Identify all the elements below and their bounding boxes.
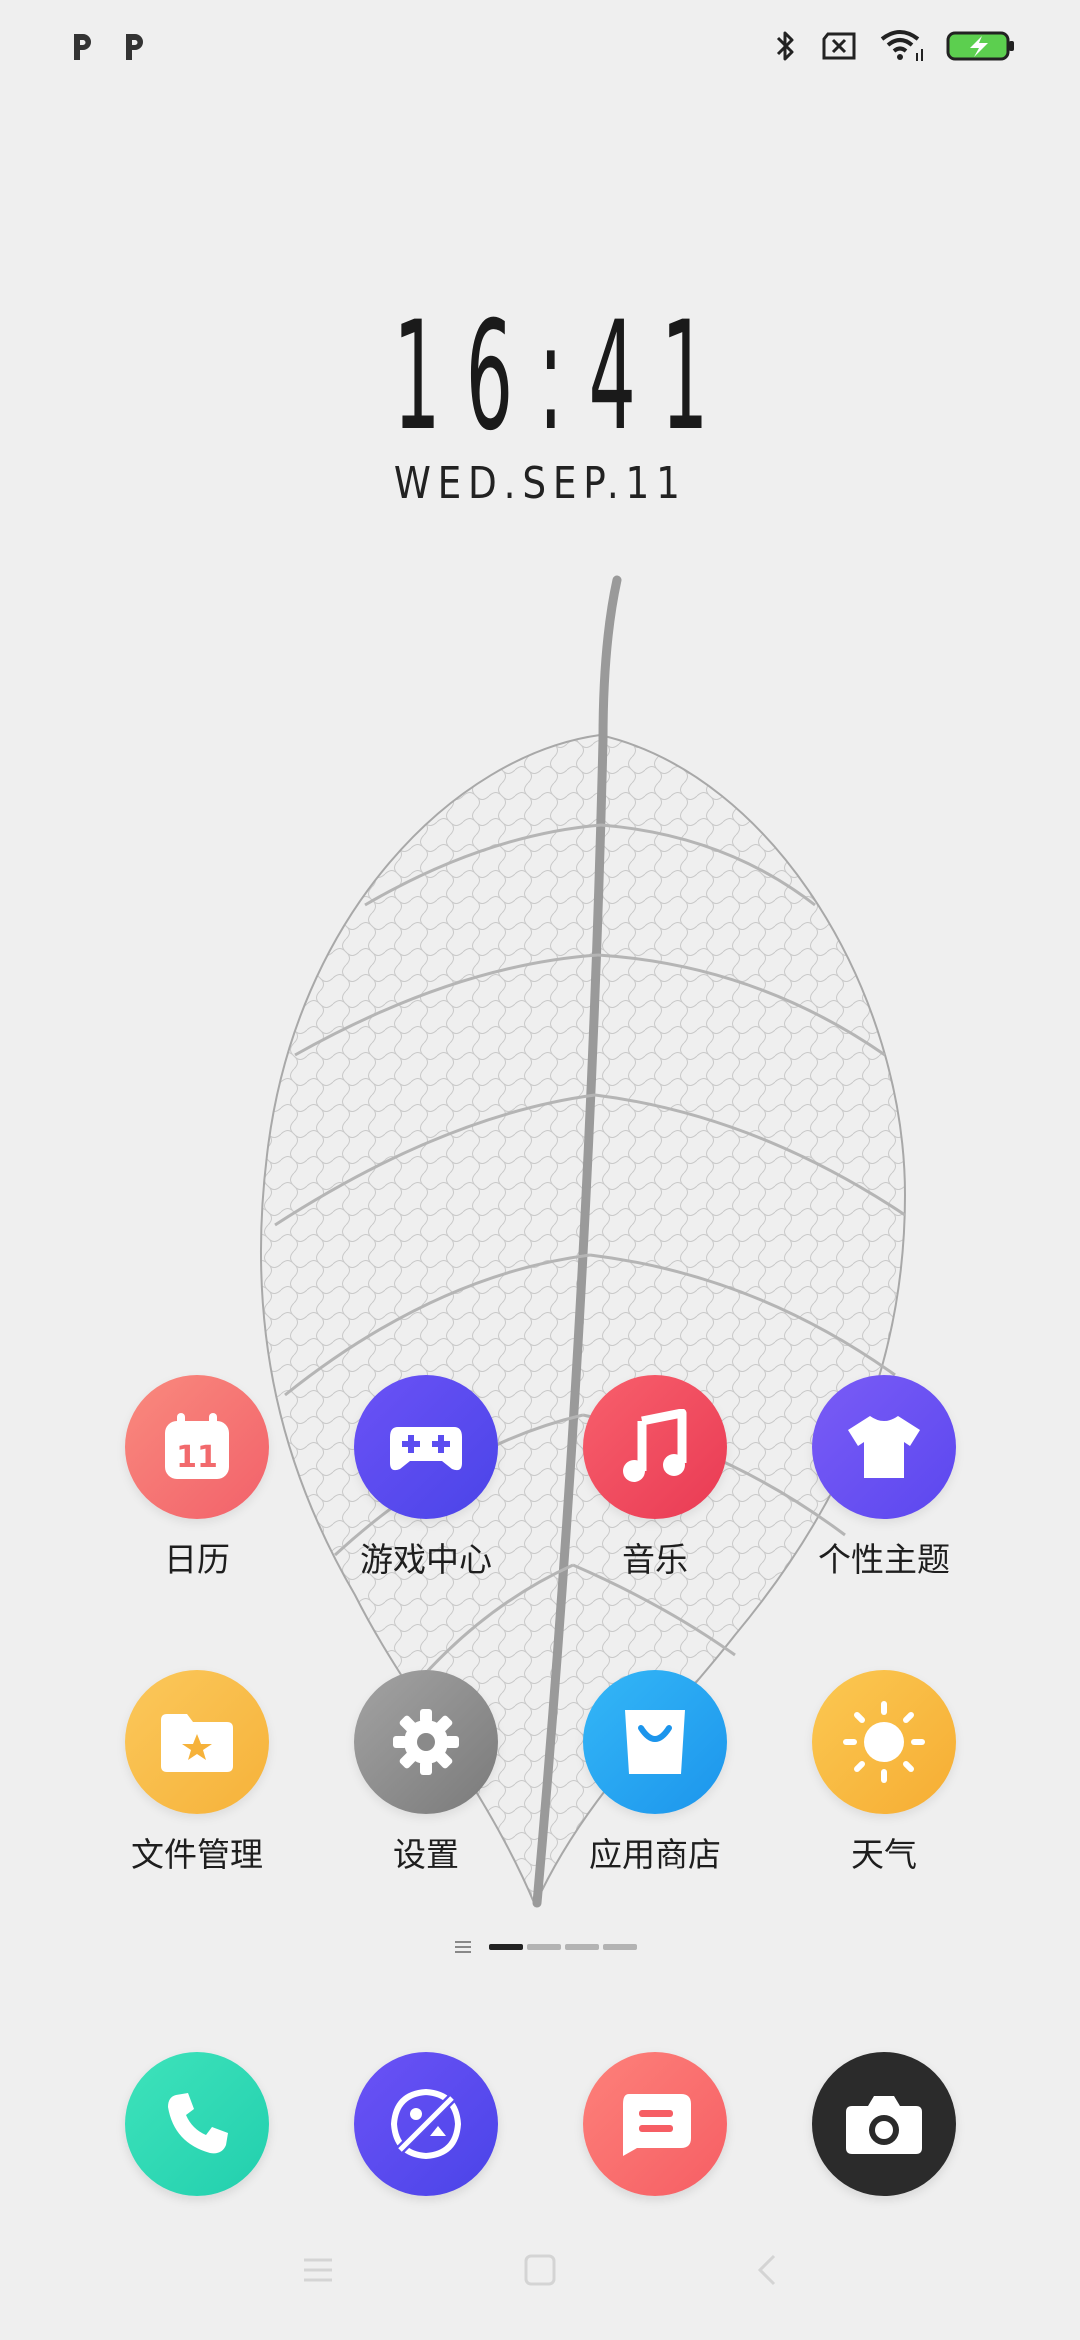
app-settings[interactable]: 设置 [311,1670,541,1876]
app-file-manager[interactable]: 文件管理 [82,1670,312,1876]
app-label: 应用商店 [589,1835,721,1874]
camera-icon[interactable] [812,2052,956,2196]
app-weather[interactable]: 天气 [769,1670,999,1876]
phone-icon[interactable] [125,2052,269,2196]
gallery-icon[interactable] [354,2052,498,2196]
clock-widget[interactable]: 16:41 WED.SEP.11 [0,290,1080,509]
page-dot-active [489,1944,523,1950]
page-dot [565,1944,599,1950]
app-label: 文件管理 [131,1835,263,1874]
app-gallery[interactable] [311,2052,541,2196]
app-messages[interactable] [540,2052,770,2196]
system-icons [774,28,1016,64]
shopping-bag-icon[interactable] [583,1670,727,1814]
app-label: 设置 [393,1835,459,1874]
app-label: 个性主题 [818,1540,950,1579]
app-label: 音乐 [622,1540,688,1579]
gear-icon[interactable] [354,1670,498,1814]
battery-charging-icon [946,31,1014,61]
tshirt-icon[interactable] [812,1375,956,1519]
gamepad-icon[interactable] [354,1375,498,1519]
menu-lines-icon [455,1941,471,1953]
app-label: 天气 [851,1835,917,1874]
messages-icon[interactable] [583,2052,727,2196]
navigation-bar [0,2250,1080,2300]
menu-nav-icon[interactable] [298,2250,338,2290]
page-indicator[interactable] [455,1940,637,1954]
notification-icons [68,30,148,64]
folder-star-icon[interactable] [125,1670,269,1814]
app-label: 日历 [164,1540,230,1579]
music-note-icon[interactable] [583,1375,727,1519]
home-nav-icon[interactable] [520,2250,560,2290]
page-dot [527,1944,561,1950]
bluetooth-icon [776,31,794,61]
back-nav-icon[interactable] [748,2250,788,2290]
calendar-icon[interactable]: 11 [125,1375,269,1519]
clock-time: 16:41 [392,290,734,464]
app-camera[interactable] [769,2052,999,2196]
wifi-icon [880,30,923,61]
status-bar [0,0,1080,100]
app-calendar[interactable]: 11 日历 [82,1375,312,1581]
sun-icon[interactable] [812,1670,956,1814]
app-label: 游戏中心 [360,1540,492,1579]
app-themes[interactable]: 个性主题 [769,1375,999,1581]
page-dot [603,1944,637,1950]
app-phone[interactable] [82,2052,312,2196]
clock-date: WED.SEP.11 [393,458,687,509]
p-notification-icon [74,34,91,60]
app-game-center[interactable]: 游戏中心 [311,1375,541,1581]
app-music[interactable]: 音乐 [540,1375,770,1581]
p-notification-icon [126,34,143,60]
no-sim-icon [822,32,856,60]
calendar-day-number: 11 [176,1440,218,1475]
app-store[interactable]: 应用商店 [540,1670,770,1876]
